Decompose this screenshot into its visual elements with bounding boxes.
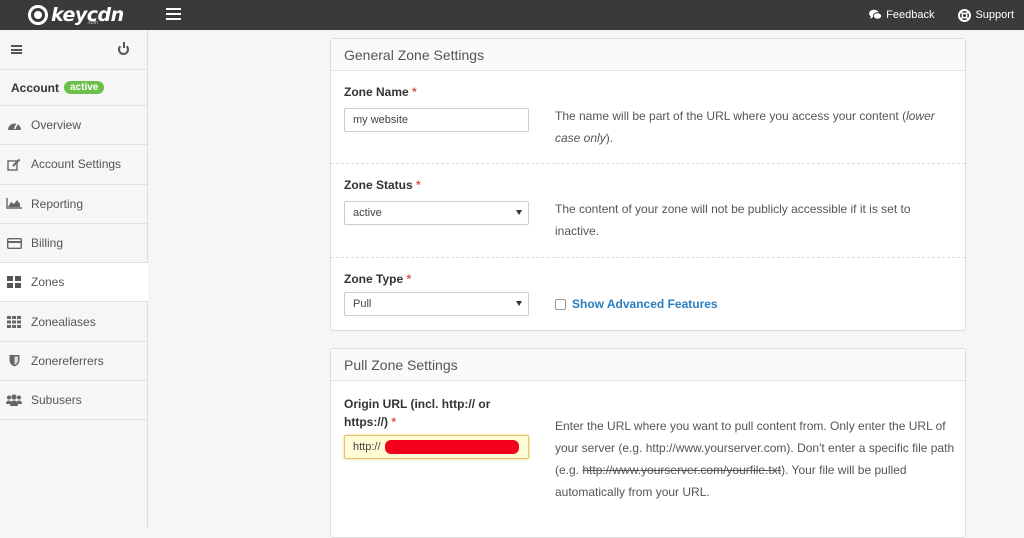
sidebar-item-label: Zones bbox=[31, 275, 65, 290]
origin-url-prefix: http:// bbox=[353, 441, 381, 453]
sidebar-item-subusers[interactable]: Subusers bbox=[0, 381, 147, 421]
support-link[interactable]: Support bbox=[958, 8, 1014, 22]
account-label: Account bbox=[11, 80, 59, 95]
zone-status-row: Zone Status * active The content of your… bbox=[331, 164, 965, 258]
origin-url-help: Enter the URL where you want to pull con… bbox=[555, 419, 955, 499]
sidebar-item-zones[interactable]: Zones bbox=[0, 263, 148, 303]
grid-icon bbox=[6, 275, 22, 289]
zone-status-help: The content of your zone will not be pub… bbox=[555, 202, 911, 238]
sidebar-item-overview[interactable]: Overview bbox=[0, 106, 147, 146]
zone-status-label: Zone Status * bbox=[344, 178, 421, 192]
show-advanced-features-toggle[interactable]: Show Advanced Features bbox=[555, 297, 718, 311]
zone-status-select[interactable]: active bbox=[344, 201, 529, 225]
sidebar-collapse-icon[interactable] bbox=[11, 45, 22, 54]
area-chart-icon bbox=[6, 197, 22, 211]
status-badge: active bbox=[64, 81, 105, 94]
advanced-features-checkbox[interactable] bbox=[555, 298, 566, 310]
credit-card-icon bbox=[6, 236, 22, 250]
sidebar-item-account-settings[interactable]: Account Settings bbox=[0, 145, 147, 185]
shield-icon bbox=[6, 354, 22, 368]
chevron-down-icon bbox=[516, 301, 522, 306]
support-label: Support bbox=[975, 9, 1014, 21]
top-navbar: keycdn .com Feedback Support bbox=[0, 0, 1024, 30]
sidebar-item-label: Zonealiases bbox=[31, 314, 96, 329]
sidebar-item-zonealiases[interactable]: Zonealiases bbox=[0, 302, 147, 342]
feedback-label: Feedback bbox=[886, 9, 935, 21]
sidebar: Account active Overview Account Settings… bbox=[0, 30, 148, 528]
sidebar-header bbox=[0, 30, 147, 70]
redacted-url-mark bbox=[385, 440, 519, 454]
feedback-link[interactable]: Feedback bbox=[869, 9, 934, 22]
advanced-features-label: Show Advanced Features bbox=[572, 297, 718, 311]
sidebar-item-label: Billing bbox=[31, 236, 64, 251]
sidebar-item-label: Zonereferrers bbox=[31, 353, 104, 368]
panel-title: Pull Zone Settings bbox=[331, 349, 965, 381]
main-menu-toggle-icon[interactable] bbox=[166, 8, 181, 20]
panel-title: General Zone Settings bbox=[331, 39, 965, 71]
origin-url-input[interactable]: http:// bbox=[344, 435, 529, 459]
sidebar-item-label: Subusers bbox=[31, 393, 82, 408]
logo-mark-icon bbox=[28, 5, 48, 25]
zone-name-label: Zone Name * bbox=[344, 85, 417, 99]
sidebar-item-label: Overview bbox=[31, 118, 82, 133]
zone-name-input[interactable]: my website bbox=[344, 108, 529, 132]
comments-icon bbox=[869, 9, 883, 22]
sidebar-item-label: Account Settings bbox=[31, 157, 122, 172]
power-icon[interactable] bbox=[118, 42, 129, 55]
dashboard-icon bbox=[6, 118, 22, 132]
account-section: Account active bbox=[0, 70, 147, 106]
origin-url-row: Origin URL (incl. http:// or https://) *… bbox=[331, 381, 965, 531]
keycdn-logo[interactable]: keycdn bbox=[28, 4, 124, 26]
zone-type-row: Zone Type * Pull Show Advanced Features bbox=[331, 258, 965, 330]
main-content: General Zone Settings Zone Name * my web… bbox=[148, 30, 1024, 538]
zone-type-label: Zone Type * bbox=[344, 272, 412, 286]
zone-type-select[interactable]: Pull bbox=[344, 292, 529, 316]
pull-zone-settings-panel: Pull Zone Settings Origin URL (incl. htt… bbox=[330, 348, 966, 538]
sidebar-item-label: Reporting bbox=[31, 196, 84, 211]
sidebar-item-zonereferrers[interactable]: Zonereferrers bbox=[0, 342, 147, 382]
users-icon bbox=[6, 393, 22, 407]
zone-name-help: The name will be part of the URL where y… bbox=[555, 109, 935, 145]
sidebar-item-reporting[interactable]: Reporting bbox=[0, 185, 147, 224]
sidebar-item-billing[interactable]: Billing bbox=[0, 224, 147, 264]
zone-name-row: Zone Name * my website The name will be … bbox=[331, 71, 965, 164]
origin-url-label: Origin URL (incl. http:// or https://) * bbox=[344, 397, 491, 429]
general-zone-settings-panel: General Zone Settings Zone Name * my web… bbox=[330, 38, 966, 331]
lifebuoy-icon bbox=[958, 8, 972, 22]
edit-icon bbox=[6, 157, 22, 171]
grid-dots-icon bbox=[6, 315, 22, 329]
logo-subtext: .com bbox=[87, 20, 98, 26]
chevron-down-icon bbox=[516, 210, 522, 215]
